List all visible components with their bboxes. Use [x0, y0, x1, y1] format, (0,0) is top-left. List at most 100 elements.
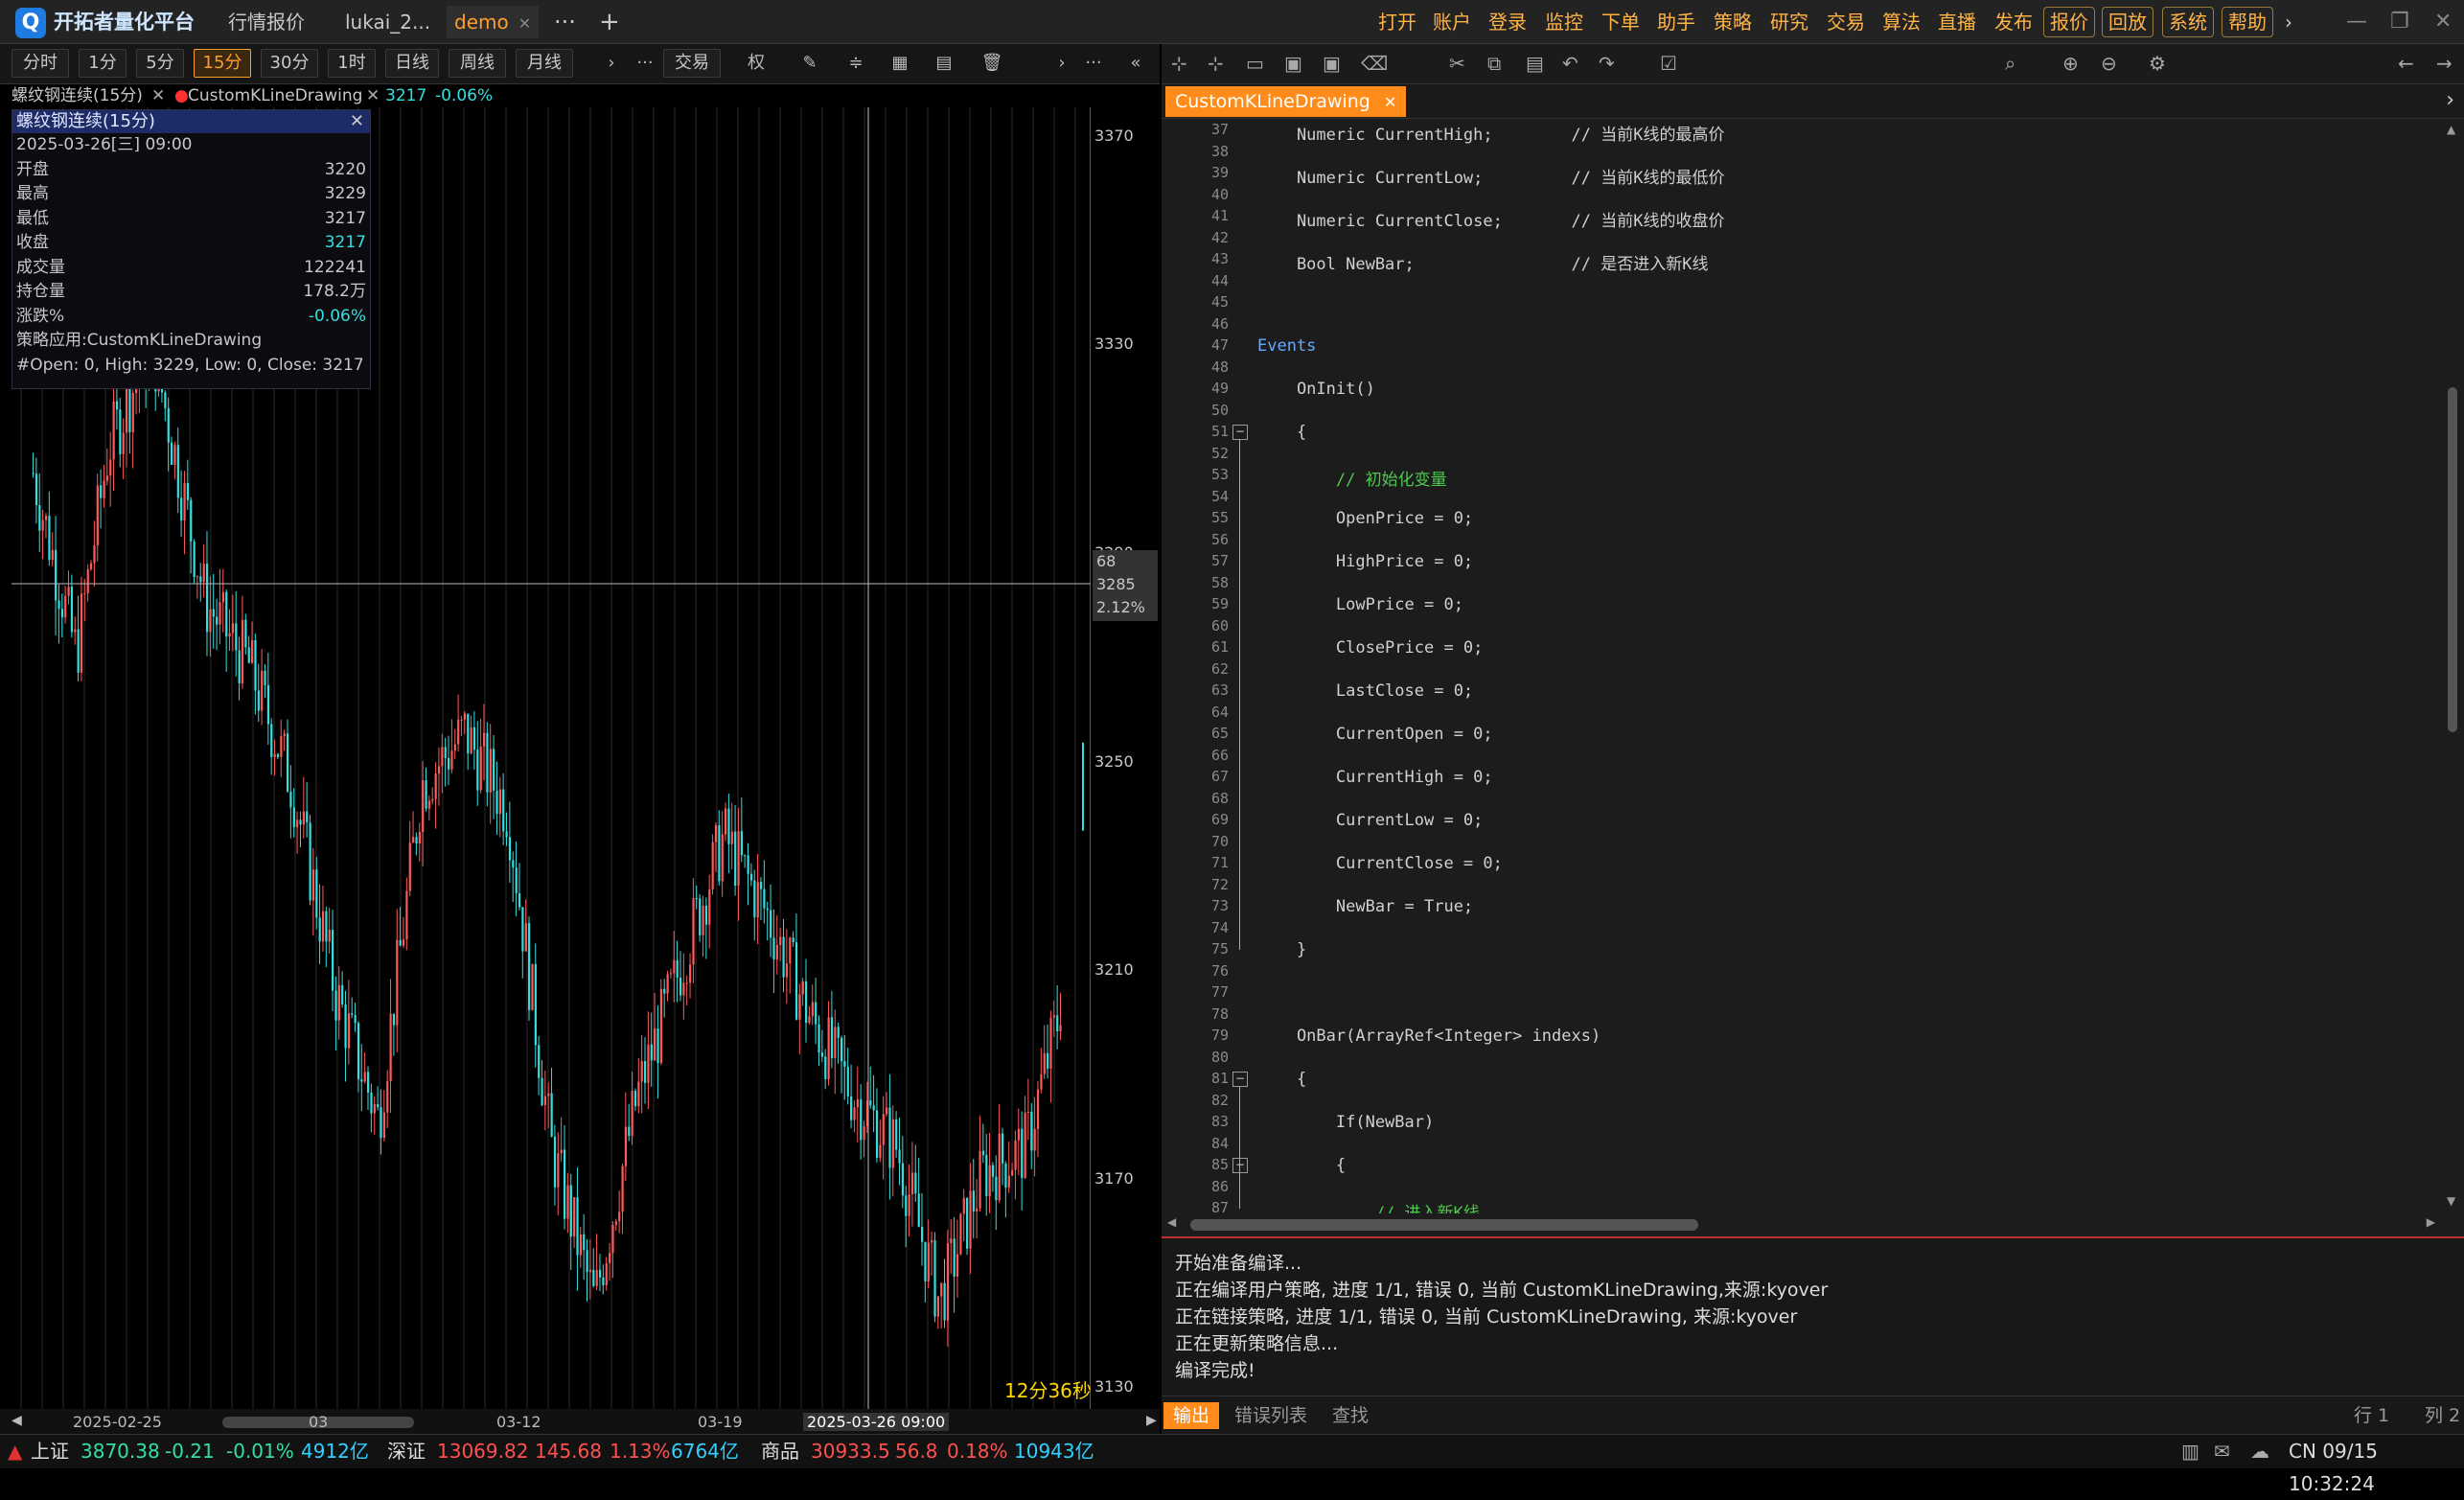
code-line[interactable]: Numeric CurrentLow; // 当前K线的最低价: [1257, 164, 1725, 188]
sh-name[interactable]: 上证: [31, 1435, 69, 1467]
code-line[interactable]: LowPrice = 0;: [1257, 595, 1463, 614]
tab-quotes[interactable]: 行情报价: [228, 6, 305, 38]
close-symbol-icon[interactable]: ✕: [151, 84, 165, 107]
more-tabs-icon[interactable]: ···: [554, 6, 576, 38]
fold-toggle-icon[interactable]: −: [1232, 425, 1248, 440]
menu-more-icon[interactable]: ›: [2285, 6, 2292, 38]
chart-strategy-label[interactable]: CustomKLineDrawing: [188, 84, 362, 107]
hscroll-left-icon[interactable]: ◀: [1167, 1215, 1176, 1229]
open-folder-icon[interactable]: ▭: [1246, 52, 1264, 75]
back-icon[interactable]: ←: [2398, 52, 2414, 75]
period-button-2[interactable]: 5分: [136, 49, 184, 78]
period-button-5[interactable]: 1时: [328, 49, 376, 78]
menu-item-3[interactable]: 监控: [1545, 6, 1583, 38]
editor-tab-customklinedrawing[interactable]: CustomKLineDrawing ✕: [1165, 86, 1407, 117]
close-tab-icon[interactable]: ✕: [518, 14, 531, 33]
tab-lukai[interactable]: lukai_2...: [345, 6, 430, 38]
cm-name[interactable]: 商品: [761, 1435, 799, 1467]
compile-icon[interactable]: ☑: [1660, 52, 1677, 75]
layout-icon[interactable]: ▤: [932, 49, 956, 78]
trade-button[interactable]: 交易: [663, 49, 721, 78]
editor-vscroll-thumb[interactable]: [2448, 387, 2457, 732]
sz-name[interactable]: 深证: [387, 1435, 426, 1467]
tab-error-list[interactable]: 错误列表: [1234, 1402, 1307, 1429]
menu-item-0[interactable]: 打开: [1378, 6, 1416, 38]
close-window-icon[interactable]: ✕: [2434, 6, 2452, 38]
code-area[interactable]: Numeric CurrentHigh; // 当前K线的最高价 Numeric…: [1257, 119, 2435, 1236]
chart-symbol-label[interactable]: 螺纹钢连续(15分): [12, 84, 143, 107]
period-button-6[interactable]: 日线: [385, 49, 439, 78]
code-line[interactable]: Bool NewBar; // 是否进入新K线: [1257, 250, 1709, 274]
code-line[interactable]: LastClose = 0;: [1257, 681, 1473, 701]
paste-icon[interactable]: ▤: [1526, 52, 1544, 75]
code-line[interactable]: Numeric CurrentHigh; // 当前K线的最高价: [1257, 121, 1725, 145]
tab-find[interactable]: 查找: [1332, 1402, 1369, 1429]
code-line[interactable]: {: [1257, 423, 1306, 442]
menu-item-11[interactable]: 发布: [1994, 6, 2033, 38]
close-strategy-icon[interactable]: ✕: [366, 84, 380, 107]
adjust-icon[interactable]: ≑: [843, 49, 868, 78]
code-line[interactable]: Numeric CurrentClose; // 当前K线的收盘价: [1257, 207, 1725, 231]
new-file-icon[interactable]: ⊹: [1171, 52, 1187, 75]
editor-tab-scroll-icon[interactable]: ›: [2446, 88, 2454, 112]
menu-item-7[interactable]: 研究: [1770, 6, 1808, 38]
scroll-down-icon[interactable]: ▼: [2447, 1194, 2455, 1208]
editor-horizontal-scrollbar[interactable]: ◀ ▶: [1162, 1213, 2464, 1236]
code-line[interactable]: HighPrice = 0;: [1257, 552, 1473, 571]
rights-button[interactable]: 权: [744, 49, 769, 78]
message-icon[interactable]: ✉: [2214, 1435, 2230, 1467]
fold-toggle-icon[interactable]: −: [1232, 1072, 1248, 1087]
code-line[interactable]: OnBar(ArrayRef<Integer> indexs): [1257, 1027, 1600, 1046]
scroll-left-icon[interactable]: ◀: [12, 1413, 22, 1428]
editor-hscroll-thumb[interactable]: [1190, 1219, 1698, 1231]
menu-item-4[interactable]: 下单: [1601, 6, 1640, 38]
code-line[interactable]: CurrentOpen = 0;: [1257, 725, 1493, 744]
code-line[interactable]: {: [1257, 1070, 1306, 1089]
period-button-1[interactable]: 1分: [79, 49, 127, 78]
tab-demo[interactable]: demo ✕: [447, 6, 540, 38]
restore-icon[interactable]: ❐: [2390, 6, 2409, 38]
cloud-icon[interactable]: ☁: [2250, 1435, 2269, 1467]
add-tab-icon[interactable]: +: [599, 6, 620, 38]
redo-icon[interactable]: ↷: [1599, 52, 1615, 75]
forward-icon[interactable]: →: [2436, 52, 2452, 75]
code-editor[interactable]: 37 38 39 40 41 42 43 44 45 46 47 48 49 50 51 52 53 54 55 56…: [1162, 119, 2464, 1236]
menu-box-2[interactable]: 系统: [2162, 7, 2214, 37]
indicator-icon[interactable]: ▦: [887, 49, 912, 78]
draw-pen-icon[interactable]: ✎: [797, 49, 822, 78]
zoom-in-icon[interactable]: ⊕: [2062, 52, 2079, 75]
new-class-icon[interactable]: ⊹: [1208, 52, 1224, 75]
code-line[interactable]: OnInit(): [1257, 380, 1375, 399]
tab-output[interactable]: 输出: [1163, 1402, 1220, 1429]
chevron-right-icon[interactable]: ›: [602, 49, 621, 78]
code-line[interactable]: CurrentHigh = 0;: [1257, 768, 1493, 787]
save-all-icon[interactable]: ▣: [1323, 52, 1341, 75]
code-line[interactable]: OpenPrice = 0;: [1257, 509, 1473, 528]
scroll-up-icon[interactable]: ▲: [2447, 123, 2455, 136]
more-icon-2[interactable]: ···: [1081, 49, 1106, 78]
period-button-4[interactable]: 30分: [261, 49, 318, 78]
more-icon[interactable]: ···: [633, 49, 657, 78]
period-button-8[interactable]: 月线: [516, 49, 573, 78]
menu-box-3[interactable]: 帮助: [2222, 7, 2273, 37]
period-button-7[interactable]: 周线: [449, 49, 506, 78]
copy-icon[interactable]: ⧉: [1487, 52, 1501, 75]
hscroll-right-icon[interactable]: ▶: [2427, 1215, 2435, 1229]
menu-item-9[interactable]: 算法: [1882, 6, 1921, 38]
code-line[interactable]: Events: [1257, 336, 1316, 356]
menu-item-8[interactable]: 交易: [1827, 6, 1865, 38]
scroll-right-icon[interactable]: ▶: [1146, 1413, 1157, 1428]
menu-box-0[interactable]: 报价: [2043, 7, 2095, 37]
code-line[interactable]: CurrentClose = 0;: [1257, 854, 1503, 873]
code-line[interactable]: If(NewBar): [1257, 1113, 1434, 1132]
alert-icon[interactable]: ▲: [8, 1435, 22, 1467]
menu-item-5[interactable]: 助手: [1657, 6, 1695, 38]
book-icon[interactable]: ▥: [2181, 1435, 2199, 1467]
period-button-3[interactable]: 15分: [194, 49, 251, 78]
delete-icon[interactable]: ⌫: [1361, 52, 1388, 75]
editor-vertical-scrollbar[interactable]: ▲ ▼: [2441, 119, 2464, 1236]
trash-icon[interactable]: 🗑: [979, 49, 1004, 78]
code-line[interactable]: }: [1257, 940, 1306, 959]
code-line[interactable]: ClosePrice = 0;: [1257, 638, 1484, 658]
collapse-icon[interactable]: «: [1123, 49, 1148, 78]
